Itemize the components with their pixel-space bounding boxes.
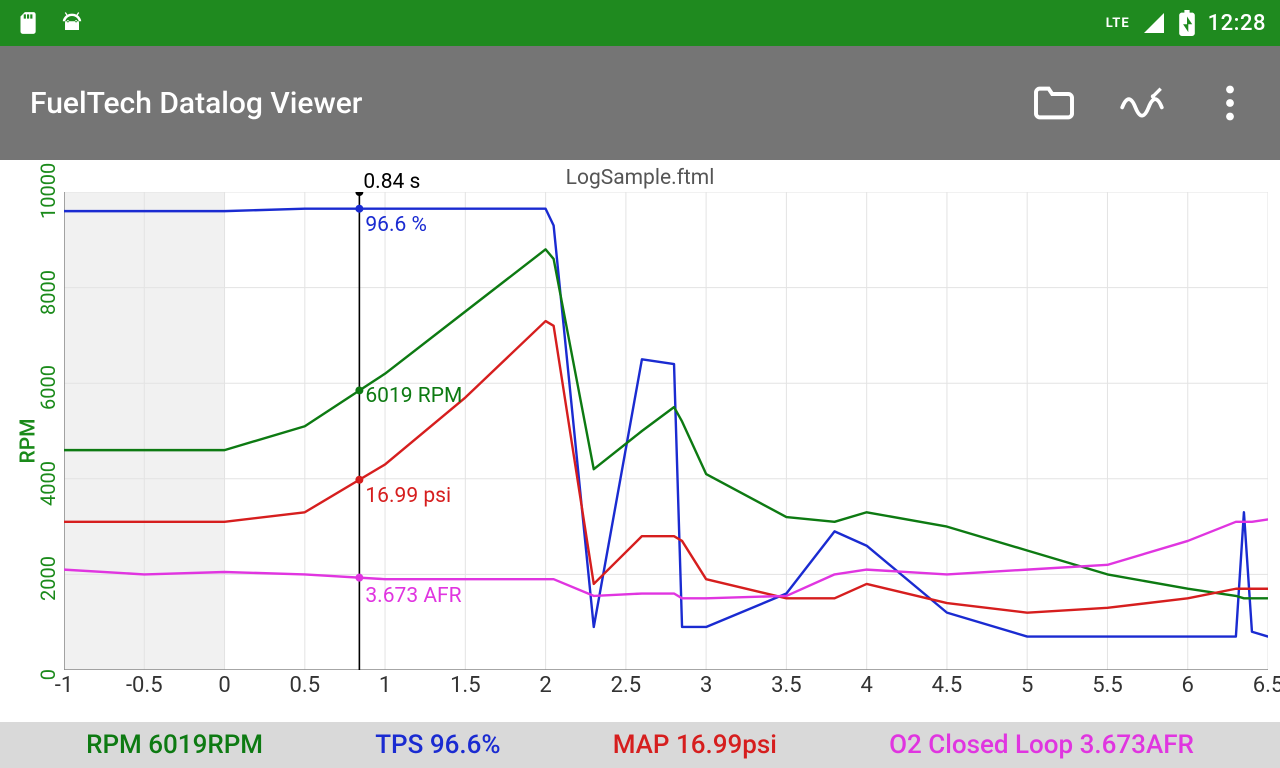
chart-area[interactable]: LogSample.ftml RPM 0.84 s 96.6 % 6019 RP… [0,160,1280,722]
android-status-bar: LTE 12:28 [0,0,1280,46]
x-tick: 0.5 [290,673,321,698]
folder-open-icon [1032,85,1076,121]
status-clock: 12:28 [1208,11,1266,36]
wave-icon [1120,87,1164,119]
readout-bar: RPM 6019RPM TPS 96.6% MAP 16.99psi O2 Cl… [0,722,1280,768]
cursor-rpm-annot: 6019 RPM [365,384,462,408]
cursor-time-annot: 0.84 s [363,170,420,194]
readout-rpm[interactable]: RPM 6019RPM [86,730,263,760]
chart-filename: LogSample.ftml [0,166,1280,190]
x-tick: 5 [1021,673,1033,698]
cursor-map-annot: 16.99 psi [365,484,451,508]
x-tick: 4.5 [932,673,963,698]
x-tick: -0.5 [126,673,163,698]
cursor-tps-annot: 96.6 % [365,213,427,237]
chart-settings-button[interactable] [1120,81,1164,125]
x-tick: 1 [379,673,391,698]
y-tick: 2000 [36,573,60,601]
status-left [14,9,86,37]
x-tick: -1 [55,673,73,698]
y-tick: 6000 [36,382,60,410]
lte-label: LTE [1106,16,1130,31]
open-folder-button[interactable] [1032,81,1076,125]
toolbar-actions [1032,81,1252,125]
x-tick: 3.5 [771,673,802,698]
battery-charging-icon [1178,10,1196,36]
app-toolbar: FuelTech Datalog Viewer [0,46,1280,160]
chart-svg [64,192,1268,670]
toolbar-title: FuelTech Datalog Viewer [30,86,362,121]
x-tick: 4 [860,673,872,698]
cursor-afr-annot: 3.673 AFR [365,584,461,608]
x-tick: 6.5 [1253,673,1280,698]
sd-card-icon [14,10,40,36]
overflow-menu-button[interactable] [1208,81,1252,125]
x-tick: 1.5 [450,673,481,698]
signal-icon [1142,11,1166,35]
x-tick: 6 [1182,673,1194,698]
more-vert-icon [1225,85,1235,121]
x-tick: 5.5 [1092,673,1123,698]
readout-map[interactable]: MAP 16.99psi [613,730,777,760]
y-tick: 8000 [36,287,60,315]
y-axis-label: RPM [16,419,40,464]
x-tick: 3 [700,673,712,698]
x-tick: 2 [539,673,551,698]
y-tick: 4000 [36,478,60,506]
x-tick: 2.5 [611,673,642,698]
x-tick: 0 [218,673,230,698]
readout-afr[interactable]: O2 Closed Loop 3.673AFR [889,730,1194,760]
chart-plot[interactable]: 0.84 s 96.6 % 6019 RPM 16.99 psi 3.673 A… [64,192,1268,670]
y-tick: 10000 [36,191,60,219]
readout-tps[interactable]: TPS 96.6% [375,730,500,760]
android-head-icon [58,9,86,37]
status-right: LTE 12:28 [1106,10,1266,36]
